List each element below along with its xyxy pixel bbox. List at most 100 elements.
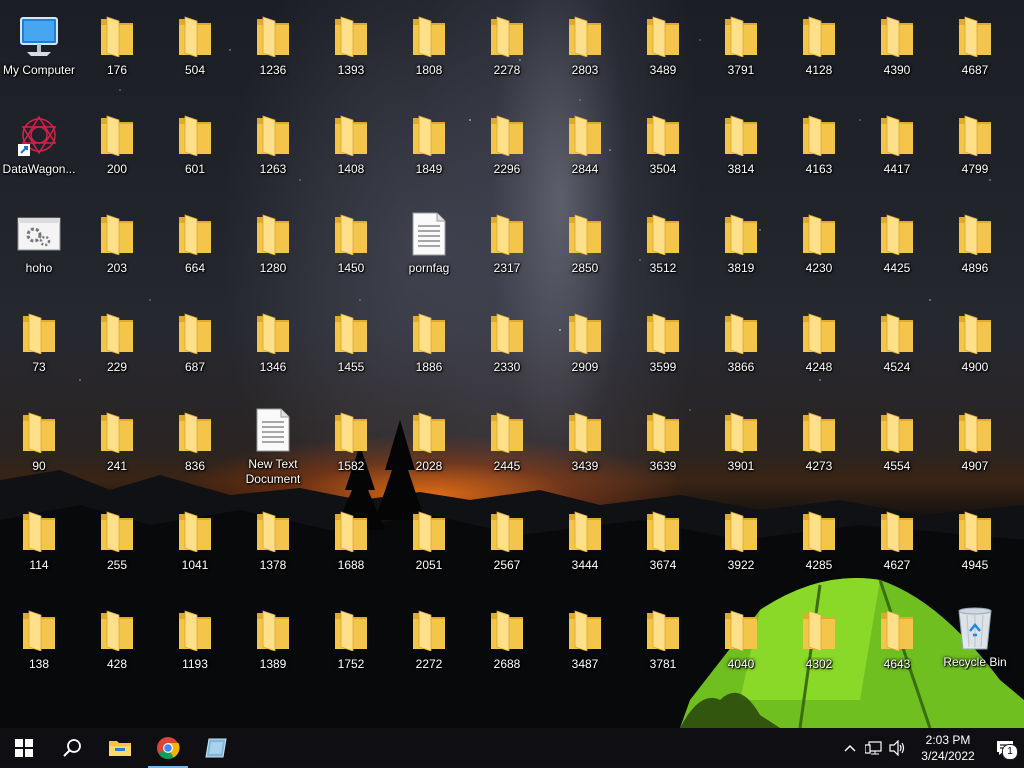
volume-button[interactable]: [886, 728, 910, 768]
folder-icon-tile[interactable]: 4248: [780, 303, 858, 399]
folder-icon-tile[interactable]: 3674: [624, 501, 702, 597]
folder-icon-tile[interactable]: 2051: [390, 501, 468, 597]
clock[interactable]: 2:03 PM 3/24/2022: [910, 728, 986, 768]
recycle-bin-tile[interactable]: Recycle Bin: [936, 598, 1014, 694]
folder-icon-tile[interactable]: 200: [78, 105, 156, 201]
folder-icon-tile[interactable]: 3599: [624, 303, 702, 399]
folder-icon-tile[interactable]: 3781: [624, 600, 702, 696]
folder-icon-tile[interactable]: 4417: [858, 105, 936, 201]
folder-icon-tile[interactable]: 1688: [312, 501, 390, 597]
folder-icon-tile[interactable]: 4896: [936, 204, 1014, 300]
folder-icon-tile[interactable]: 1193: [156, 600, 234, 696]
folder-icon-tile[interactable]: 3504: [624, 105, 702, 201]
folder-icon-tile[interactable]: 4643: [858, 600, 936, 696]
folder-icon-tile[interactable]: 3512: [624, 204, 702, 300]
folder-icon-tile[interactable]: 1236: [234, 6, 312, 102]
folder-icon-tile[interactable]: 1041: [156, 501, 234, 597]
hoho-app-tile[interactable]: hoho: [0, 204, 78, 300]
folder-icon-tile[interactable]: 138: [0, 600, 78, 696]
folder-icon-tile[interactable]: 2803: [546, 6, 624, 102]
folder-icon-tile[interactable]: 4554: [858, 402, 936, 498]
folder-icon-tile[interactable]: 255: [78, 501, 156, 597]
folder-icon-tile[interactable]: 1408: [312, 105, 390, 201]
folder-icon-tile[interactable]: 3444: [546, 501, 624, 597]
notification-center-button[interactable]: 1: [986, 728, 1024, 768]
folder-icon-tile[interactable]: 4163: [780, 105, 858, 201]
folder-icon-tile[interactable]: 4425: [858, 204, 936, 300]
folder-icon-tile[interactable]: 1582: [312, 402, 390, 498]
folder-icon-tile[interactable]: 1389: [234, 600, 312, 696]
folder-icon-tile[interactable]: 1808: [390, 6, 468, 102]
folder-icon-tile[interactable]: 1393: [312, 6, 390, 102]
folder-icon-tile[interactable]: 2844: [546, 105, 624, 201]
folder-icon-tile[interactable]: 1849: [390, 105, 468, 201]
folder-icon-tile[interactable]: 4945: [936, 501, 1014, 597]
folder-icon-tile[interactable]: 1455: [312, 303, 390, 399]
folder-icon-tile[interactable]: 3819: [702, 204, 780, 300]
folder-icon-tile[interactable]: 4285: [780, 501, 858, 597]
search-button[interactable]: [48, 728, 96, 768]
folder-icon-tile[interactable]: 4040: [702, 600, 780, 696]
folder-icon-tile[interactable]: 114: [0, 501, 78, 597]
folder-icon-tile[interactable]: 664: [156, 204, 234, 300]
folder-icon-tile[interactable]: 4799: [936, 105, 1014, 201]
folder-icon-tile[interactable]: 2296: [468, 105, 546, 201]
folder-icon-tile[interactable]: 1378: [234, 501, 312, 597]
folder-icon-tile[interactable]: 1280: [234, 204, 312, 300]
folder-icon-tile[interactable]: 3922: [702, 501, 780, 597]
folder-icon-tile[interactable]: 601: [156, 105, 234, 201]
folder-icon-tile[interactable]: 4687: [936, 6, 1014, 102]
folder-icon-tile[interactable]: 1752: [312, 600, 390, 696]
network-button[interactable]: [862, 728, 886, 768]
my-computer-icon-tile[interactable]: My Computer: [0, 6, 78, 102]
folder-icon-tile[interactable]: 1450: [312, 204, 390, 300]
folder-icon-tile[interactable]: 4907: [936, 402, 1014, 498]
chrome-button[interactable]: [144, 728, 192, 768]
folder-icon-tile[interactable]: 4900: [936, 303, 1014, 399]
folder-icon-tile[interactable]: 3814: [702, 105, 780, 201]
folder-icon-tile[interactable]: 687: [156, 303, 234, 399]
folder-icon-tile[interactable]: 241: [78, 402, 156, 498]
folder-icon-tile[interactable]: 4524: [858, 303, 936, 399]
folder-icon-tile[interactable]: 3791: [702, 6, 780, 102]
folder-icon-tile[interactable]: 1886: [390, 303, 468, 399]
folder-icon-tile[interactable]: 3639: [624, 402, 702, 498]
folder-icon-tile[interactable]: 2278: [468, 6, 546, 102]
folder-icon-tile[interactable]: 4302: [780, 600, 858, 696]
folder-icon-tile[interactable]: 4230: [780, 204, 858, 300]
folder-icon-tile[interactable]: 2688: [468, 600, 546, 696]
folder-icon-tile[interactable]: 3901: [702, 402, 780, 498]
folder-icon-tile[interactable]: 428: [78, 600, 156, 696]
desktop[interactable]: My Computer DataWagon... hoho pornfag Ne…: [0, 0, 1024, 728]
folder-icon-tile[interactable]: 3487: [546, 600, 624, 696]
folder-icon-tile[interactable]: 2909: [546, 303, 624, 399]
new-text-document-tile[interactable]: New Text Document: [234, 400, 312, 496]
folder-icon-tile[interactable]: 3489: [624, 6, 702, 102]
datawagon-shortcut-tile[interactable]: DataWagon...: [0, 105, 78, 201]
folder-icon-tile[interactable]: 3866: [702, 303, 780, 399]
folder-icon-tile[interactable]: 3439: [546, 402, 624, 498]
folder-icon-tile[interactable]: 2272: [390, 600, 468, 696]
folder-icon-tile[interactable]: 504: [156, 6, 234, 102]
folder-icon-tile[interactable]: 90: [0, 402, 78, 498]
folder-icon-tile[interactable]: 836: [156, 402, 234, 498]
start-button[interactable]: [0, 728, 48, 768]
folder-icon-tile[interactable]: 176: [78, 6, 156, 102]
folder-icon-tile[interactable]: 4627: [858, 501, 936, 597]
folder-icon-tile[interactable]: 2028: [390, 402, 468, 498]
folder-icon-tile[interactable]: 2317: [468, 204, 546, 300]
pornfag-file-tile[interactable]: pornfag: [390, 204, 468, 300]
file-explorer-button[interactable]: [96, 728, 144, 768]
app-button[interactable]: [192, 728, 240, 768]
folder-icon-tile[interactable]: 2850: [546, 204, 624, 300]
folder-icon-tile[interactable]: 4390: [858, 6, 936, 102]
folder-icon-tile[interactable]: 2330: [468, 303, 546, 399]
folder-icon-tile[interactable]: 203: [78, 204, 156, 300]
show-hidden-icons-button[interactable]: [838, 728, 862, 768]
folder-icon-tile[interactable]: 2567: [468, 501, 546, 597]
folder-icon-tile[interactable]: 229: [78, 303, 156, 399]
folder-icon-tile[interactable]: 1346: [234, 303, 312, 399]
folder-icon-tile[interactable]: 1263: [234, 105, 312, 201]
folder-icon-tile[interactable]: 2445: [468, 402, 546, 498]
folder-icon-tile[interactable]: 4273: [780, 402, 858, 498]
